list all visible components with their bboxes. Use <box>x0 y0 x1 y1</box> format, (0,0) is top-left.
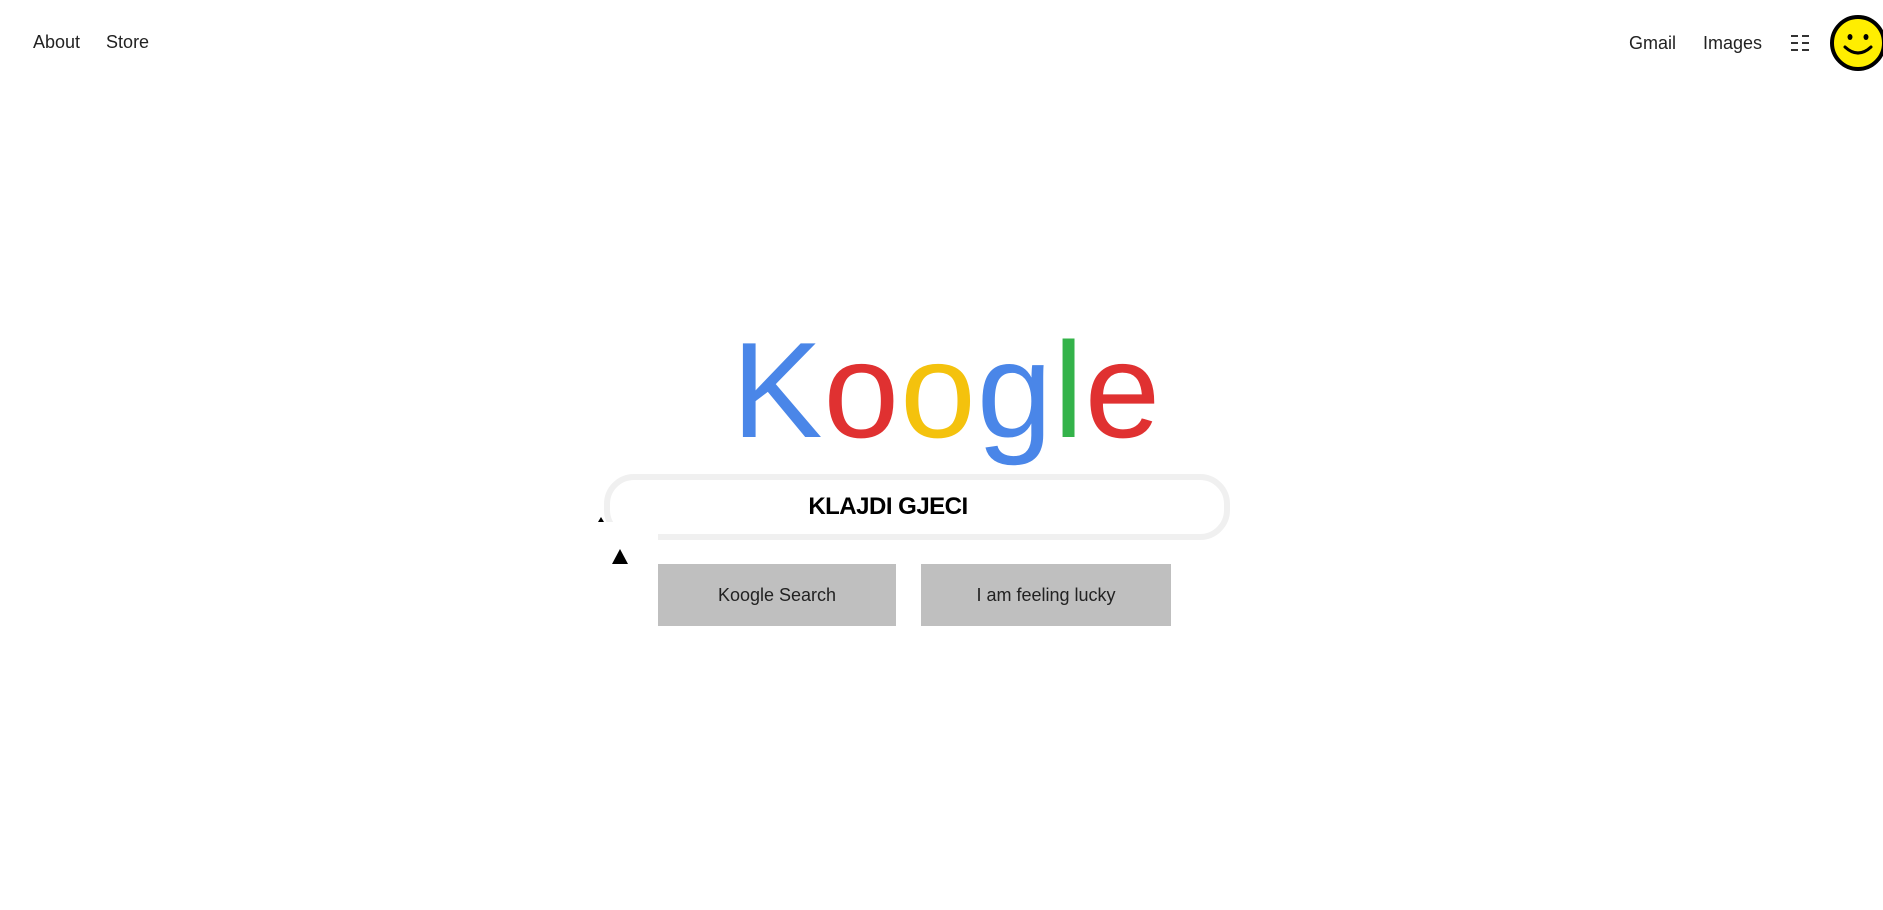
apps-grid-icon[interactable] <box>1789 32 1811 54</box>
logo-letter-o2: o <box>900 314 977 466</box>
koogle-home-page: About Store Gmail Images Koogle KLAJDI G… <box>0 0 1883 910</box>
images-link[interactable]: Images <box>1703 33 1762 54</box>
store-link[interactable]: Store <box>106 32 149 53</box>
logo-letter-l: l <box>1053 314 1085 466</box>
logo-letter-g: g <box>976 314 1054 466</box>
avatar-smiley-icon[interactable] <box>1829 14 1883 72</box>
search-box <box>604 474 1230 540</box>
search-input[interactable] <box>610 480 1224 534</box>
logo-letter-k: K <box>731 314 824 466</box>
koogle-search-button[interactable]: Koogle Search <box>658 564 896 626</box>
top-right-nav: Gmail Images <box>1629 14 1883 72</box>
logo-letter-e: e <box>1084 314 1162 466</box>
triangle-cursor-icon <box>612 549 628 564</box>
feeling-lucky-button[interactable]: I am feeling lucky <box>921 564 1171 626</box>
top-left-nav: About Store <box>33 32 149 53</box>
gmail-link[interactable]: Gmail <box>1629 33 1676 54</box>
about-link[interactable]: About <box>33 32 80 53</box>
small-triangle-icon <box>598 517 604 522</box>
koogle-logo: Koogle <box>0 322 1883 458</box>
logo-letter-o1: o <box>823 314 901 466</box>
search-box-notch <box>596 522 658 550</box>
